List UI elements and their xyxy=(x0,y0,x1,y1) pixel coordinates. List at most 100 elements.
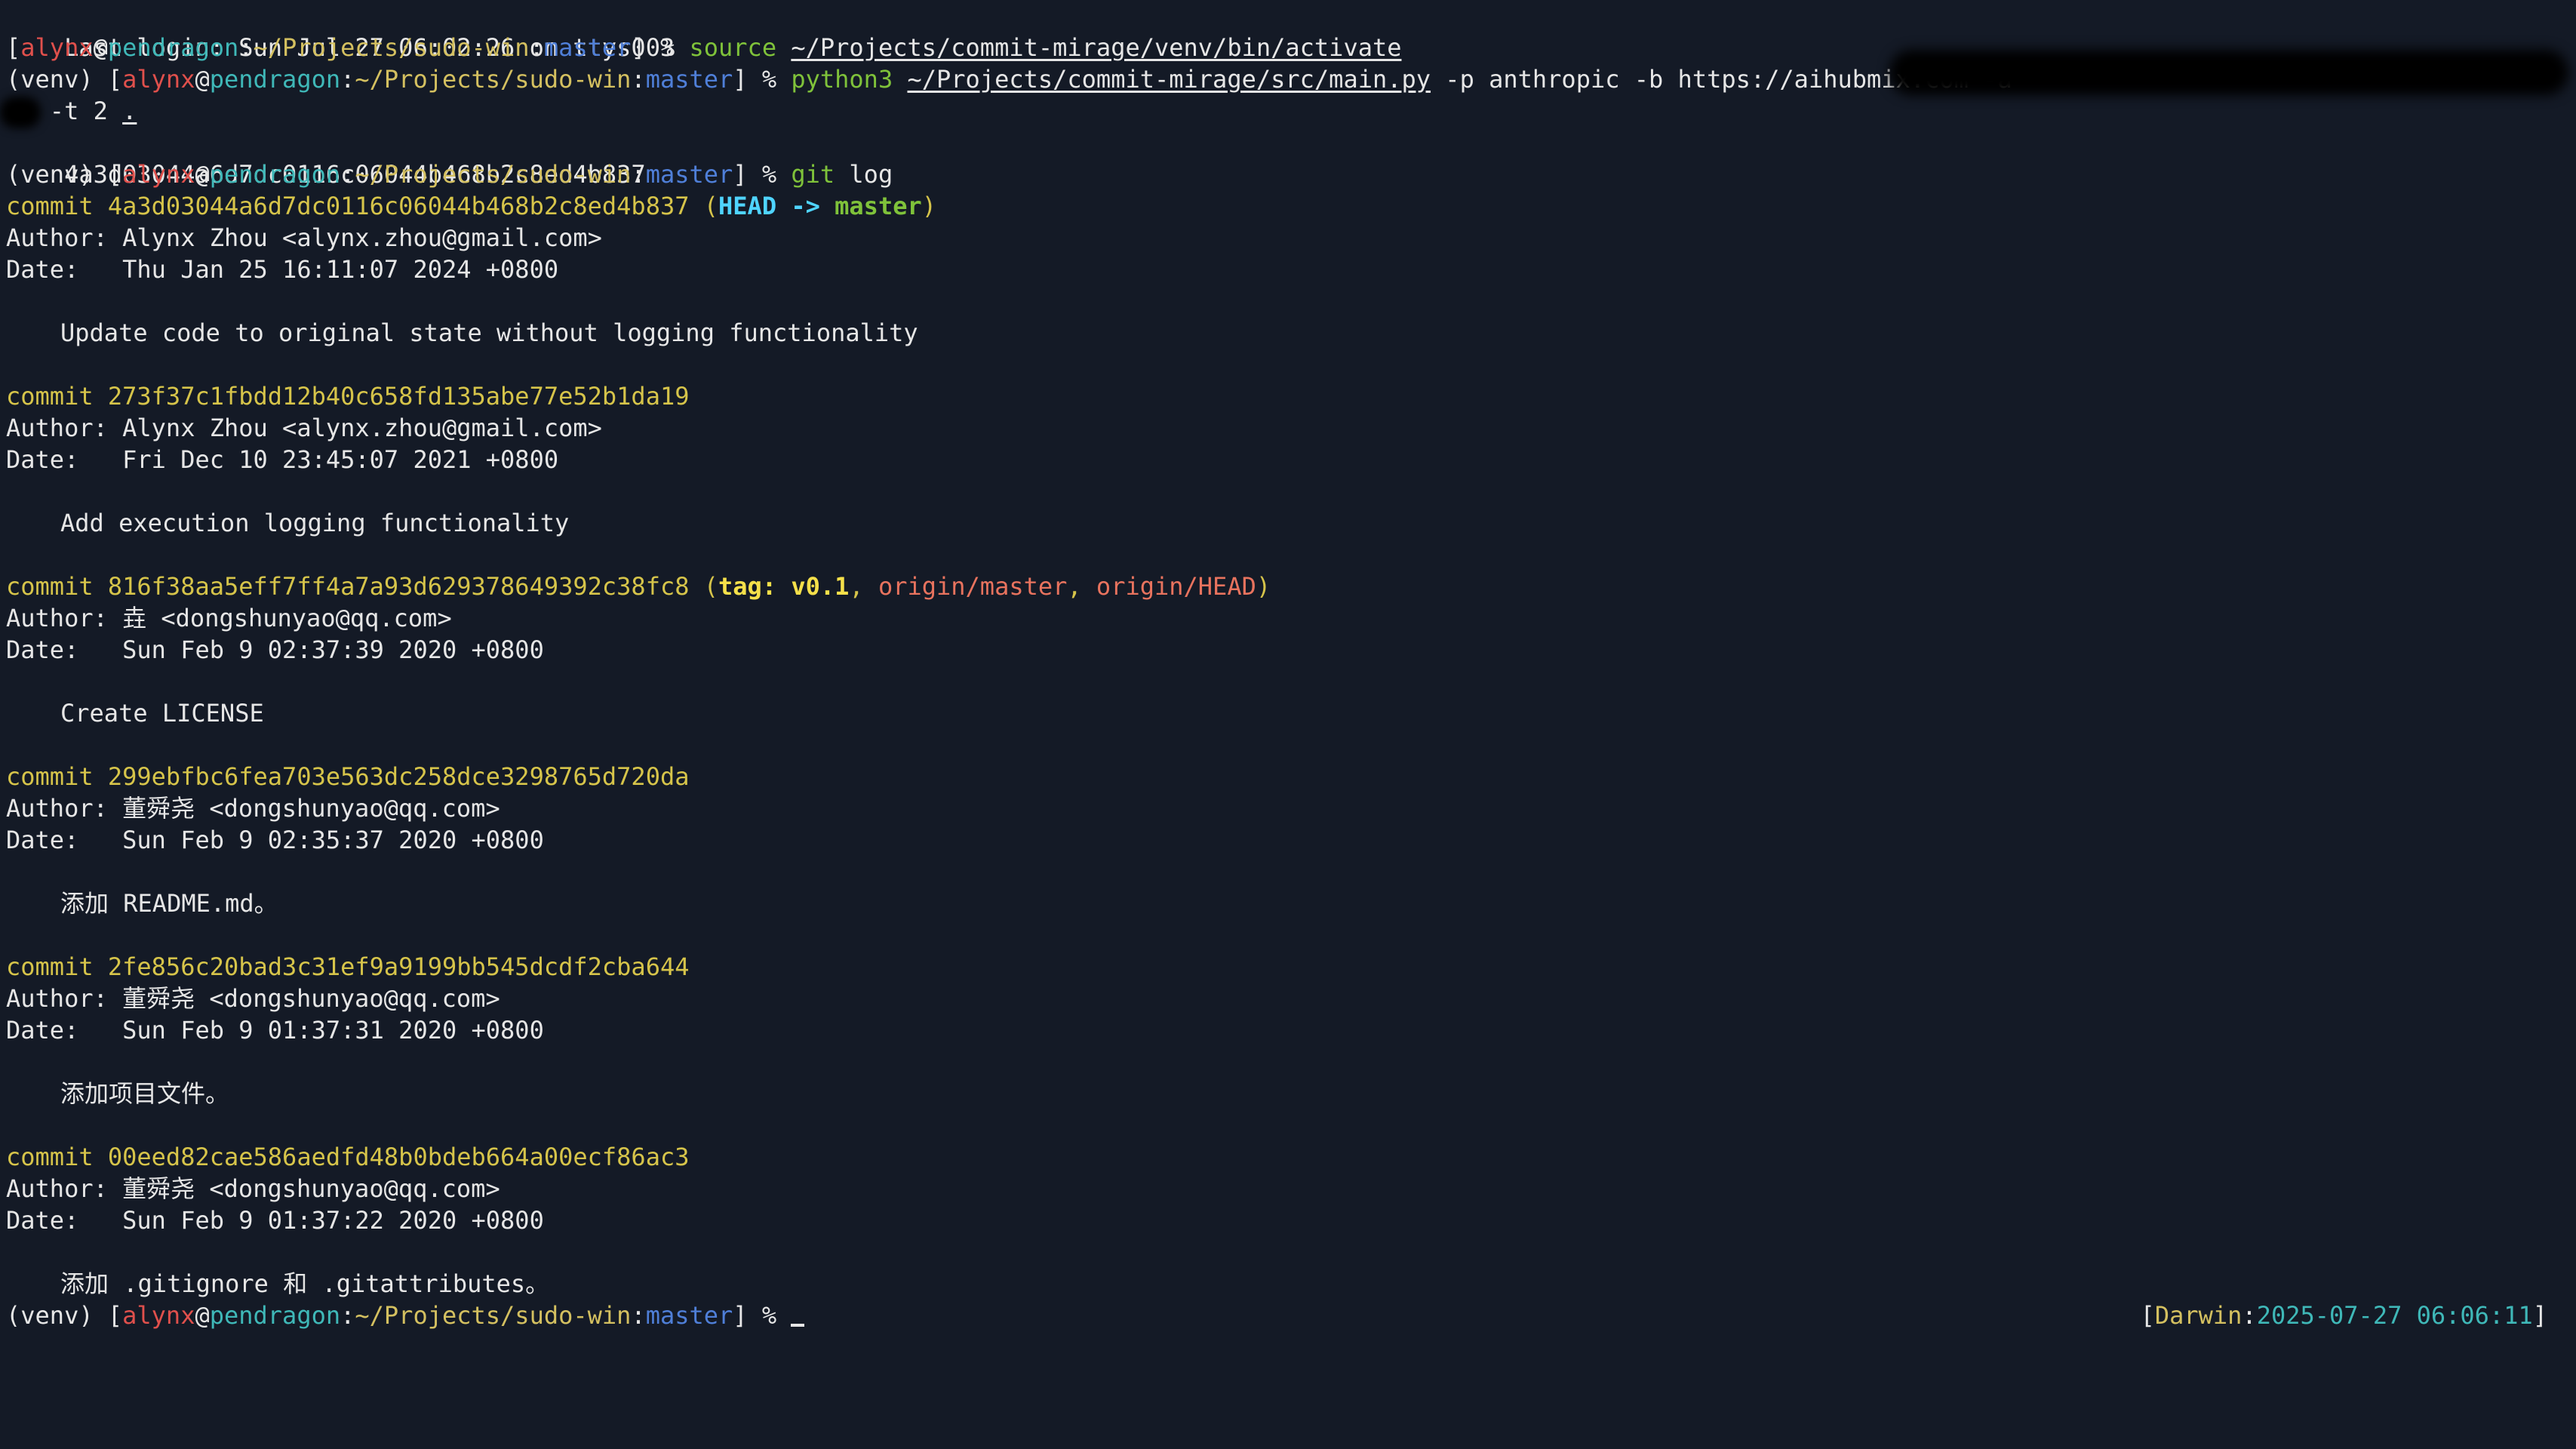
ref-tag: tag: v0.1 xyxy=(718,572,850,601)
commit-date: Date: Thu Jan 25 16:11:07 2024 +0800 xyxy=(6,255,559,284)
prompt-branch: master xyxy=(543,33,632,62)
commit-author-line: Author: 董舜尧 <dongshunyao@qq.com> xyxy=(6,792,2570,824)
commit-hash-line: commit 299ebfbc6fea703e563dc258dce329876… xyxy=(6,761,2570,792)
commit-hash-line: commit 2fe856c20bad3c31ef9a9199bb545dcdf… xyxy=(6,951,2570,983)
command-python3: python3 xyxy=(791,65,893,94)
prompt-colon: : xyxy=(631,160,646,189)
commit-date: Date: Sun Feb 9 02:37:39 2020 +0800 xyxy=(6,635,544,664)
commit-date-line: Date: Thu Jan 25 16:11:07 2024 +0800 xyxy=(6,254,2570,285)
commit-date-line: Date: Sun Feb 9 02:35:37 2020 +0800 xyxy=(6,824,2570,856)
ref-origin-head: origin/HEAD xyxy=(1096,572,1256,601)
ref-separator: , xyxy=(849,572,878,601)
last-login-line: Last login: Sun Jul 27 06:02:26 on ttys0… xyxy=(6,0,2570,62)
prompt-branch: master xyxy=(645,65,733,94)
commit-message: 添加 .gitignore 和 .gitattributes。 xyxy=(60,1269,550,1298)
prompt-symbol: ] % xyxy=(733,65,792,94)
prompt-symbol: ] % xyxy=(733,160,792,189)
commit-message-line: 添加 .gitignore 和 .gitattributes。 xyxy=(6,1268,2570,1300)
commit-message-line: 添加 README.md。 xyxy=(6,888,2570,919)
prompt-colon: : xyxy=(340,160,355,189)
commit-date-line: Date: Fri Dec 10 23:45:07 2021 +0800 xyxy=(6,444,2570,475)
prompt-colon: : xyxy=(631,65,646,94)
commit-message-line: Add execution logging functionality xyxy=(6,507,2570,539)
commit-hash-line: commit 00eed82cae586aedfd48b0bdeb664a00e… xyxy=(6,1141,2570,1173)
commit-author-line: Author: 垚 <dongshunyao@qq.com> xyxy=(6,602,2570,634)
prompt-branch: master xyxy=(645,160,733,189)
terminal-window[interactable]: Last login: Sun Jul 27 06:02:26 on ttys0… xyxy=(0,0,2576,1449)
prompt-symbol: ] % xyxy=(631,33,690,62)
commit-author: Author: Alynx Zhou <alynx.zhou@gmail.com… xyxy=(6,223,602,252)
prompt-line-git-log: (venv) [alynx@pendragon:~/Projects/sudo-… xyxy=(6,158,2570,190)
prompt-venv: (venv) xyxy=(6,65,108,94)
ref-paren: ) xyxy=(1256,572,1271,601)
prompt-path: ~/Projects/sudo-win xyxy=(253,33,530,62)
clock-bracket: ] xyxy=(2532,1301,2547,1330)
commit-author-line: Author: 董舜尧 <dongshunyao@qq.com> xyxy=(6,1173,2570,1204)
prompt-bracket: [ xyxy=(6,33,21,62)
clock-colon: : xyxy=(2242,1301,2257,1330)
commit-hash: commit 00eed82cae586aedfd48b0bdeb664a00e… xyxy=(6,1143,690,1171)
right-prompt-clock: [Darwin:2025-07-27 06:06:11] xyxy=(2141,1300,2547,1331)
clock-bracket: [ xyxy=(2140,1301,2155,1330)
commit-author: Author: Alynx Zhou <alynx.zhou@gmail.com… xyxy=(6,414,602,442)
command-path-activate[interactable]: ~/Projects/commit-mirage/venv/bin/activa… xyxy=(791,33,1401,62)
commit-date-line: Date: Sun Feb 9 01:37:22 2020 +0800 xyxy=(6,1204,2570,1236)
commit-author: Author: 垚 <dongshunyao@qq.com> xyxy=(6,604,452,632)
command-path-dot[interactable]: . xyxy=(122,97,137,125)
commit-author: Author: 董舜尧 <dongshunyao@qq.com> xyxy=(6,794,500,823)
commit-message: Create LICENSE xyxy=(60,699,264,728)
commit-message: Update code to original state without lo… xyxy=(60,318,918,347)
ref-origin-master: origin/master xyxy=(878,572,1068,601)
prompt-user: alynx xyxy=(122,65,195,94)
commit-hash: commit 273f37c1fbdd12b40c658fd135abe77e5… xyxy=(6,382,690,411)
commit-hash: commit 4a3d03044a6d7dc0116c06044b468b2c8… xyxy=(6,192,690,220)
commit-date-line: Date: Sun Feb 9 02:37:39 2020 +0800 xyxy=(6,634,2570,666)
prompt-path: ~/Projects/sudo-win xyxy=(355,65,632,94)
command-path-main-py[interactable]: ~/Projects/commit-mirage/src/main.py xyxy=(907,65,1431,94)
commit-message-line: Create LICENSE xyxy=(6,697,2570,729)
commit-hash: commit 816f38aa5eff7ff4a7a93d62937864939… xyxy=(6,572,690,601)
commit-author-line: Author: 董舜尧 <dongshunyao@qq.com> xyxy=(6,983,2570,1014)
commit-date: Date: Sun Feb 9 01:37:22 2020 +0800 xyxy=(6,1206,544,1235)
prompt-path: ~/Projects/sudo-win xyxy=(355,160,632,189)
prompt-venv: (venv) xyxy=(6,1301,108,1330)
prompt-line-active[interactable]: (venv) [alynx@pendragon:~/Projects/sudo-… xyxy=(6,1300,2570,1331)
clock-os: Darwin xyxy=(2154,1301,2242,1330)
commit-date: Date: Sun Feb 9 02:35:37 2020 +0800 xyxy=(6,826,544,854)
prompt-branch: master xyxy=(645,1301,733,1330)
commit-message: 添加 README.md。 xyxy=(60,889,278,918)
command-git: git xyxy=(791,160,835,189)
output-hash-line: 4a3d03044a6d7dc0116c06044b468b2c8ed4b837 xyxy=(6,127,2570,189)
prompt-symbol: ] % xyxy=(733,1301,792,1330)
prompt-at: @ xyxy=(195,1301,210,1330)
command-source: source xyxy=(689,33,777,62)
prompt-colon: : xyxy=(340,1301,355,1330)
command-continuation-line: -t 2 . xyxy=(6,95,2570,127)
prompt-path: ~/Projects/sudo-win xyxy=(355,1301,632,1330)
commit-date: Date: Sun Feb 9 01:37:31 2020 +0800 xyxy=(6,1016,544,1044)
prompt-at: @ xyxy=(195,65,210,94)
prompt-venv: (venv) xyxy=(6,160,108,189)
prompt-host: pendragon xyxy=(107,33,239,62)
prompt-at: @ xyxy=(195,160,210,189)
commit-hash-line: commit 4a3d03044a6d7dc0116c06044b468b2c8… xyxy=(6,190,2570,222)
commit-author-line: Author: Alynx Zhou <alynx.zhou@gmail.com… xyxy=(6,412,2570,444)
commit-author: Author: 董舜尧 <dongshunyao@qq.com> xyxy=(6,984,500,1013)
prompt-user: alynx xyxy=(122,160,195,189)
commit-hash-line: commit 816f38aa5eff7ff4a7a93d62937864939… xyxy=(6,571,2570,602)
prompt-bracket: [ xyxy=(107,65,123,94)
prompt-host: pendragon xyxy=(209,1301,341,1330)
clock-datetime: 2025-07-27 06:06:11 xyxy=(2256,1301,2533,1330)
commit-message-line: Update code to original state without lo… xyxy=(6,317,2570,349)
prompt-bracket: [ xyxy=(107,160,123,189)
text-cursor[interactable] xyxy=(791,1300,805,1327)
prompt-user: alynx xyxy=(20,33,94,62)
prompt-colon: : xyxy=(529,33,544,62)
